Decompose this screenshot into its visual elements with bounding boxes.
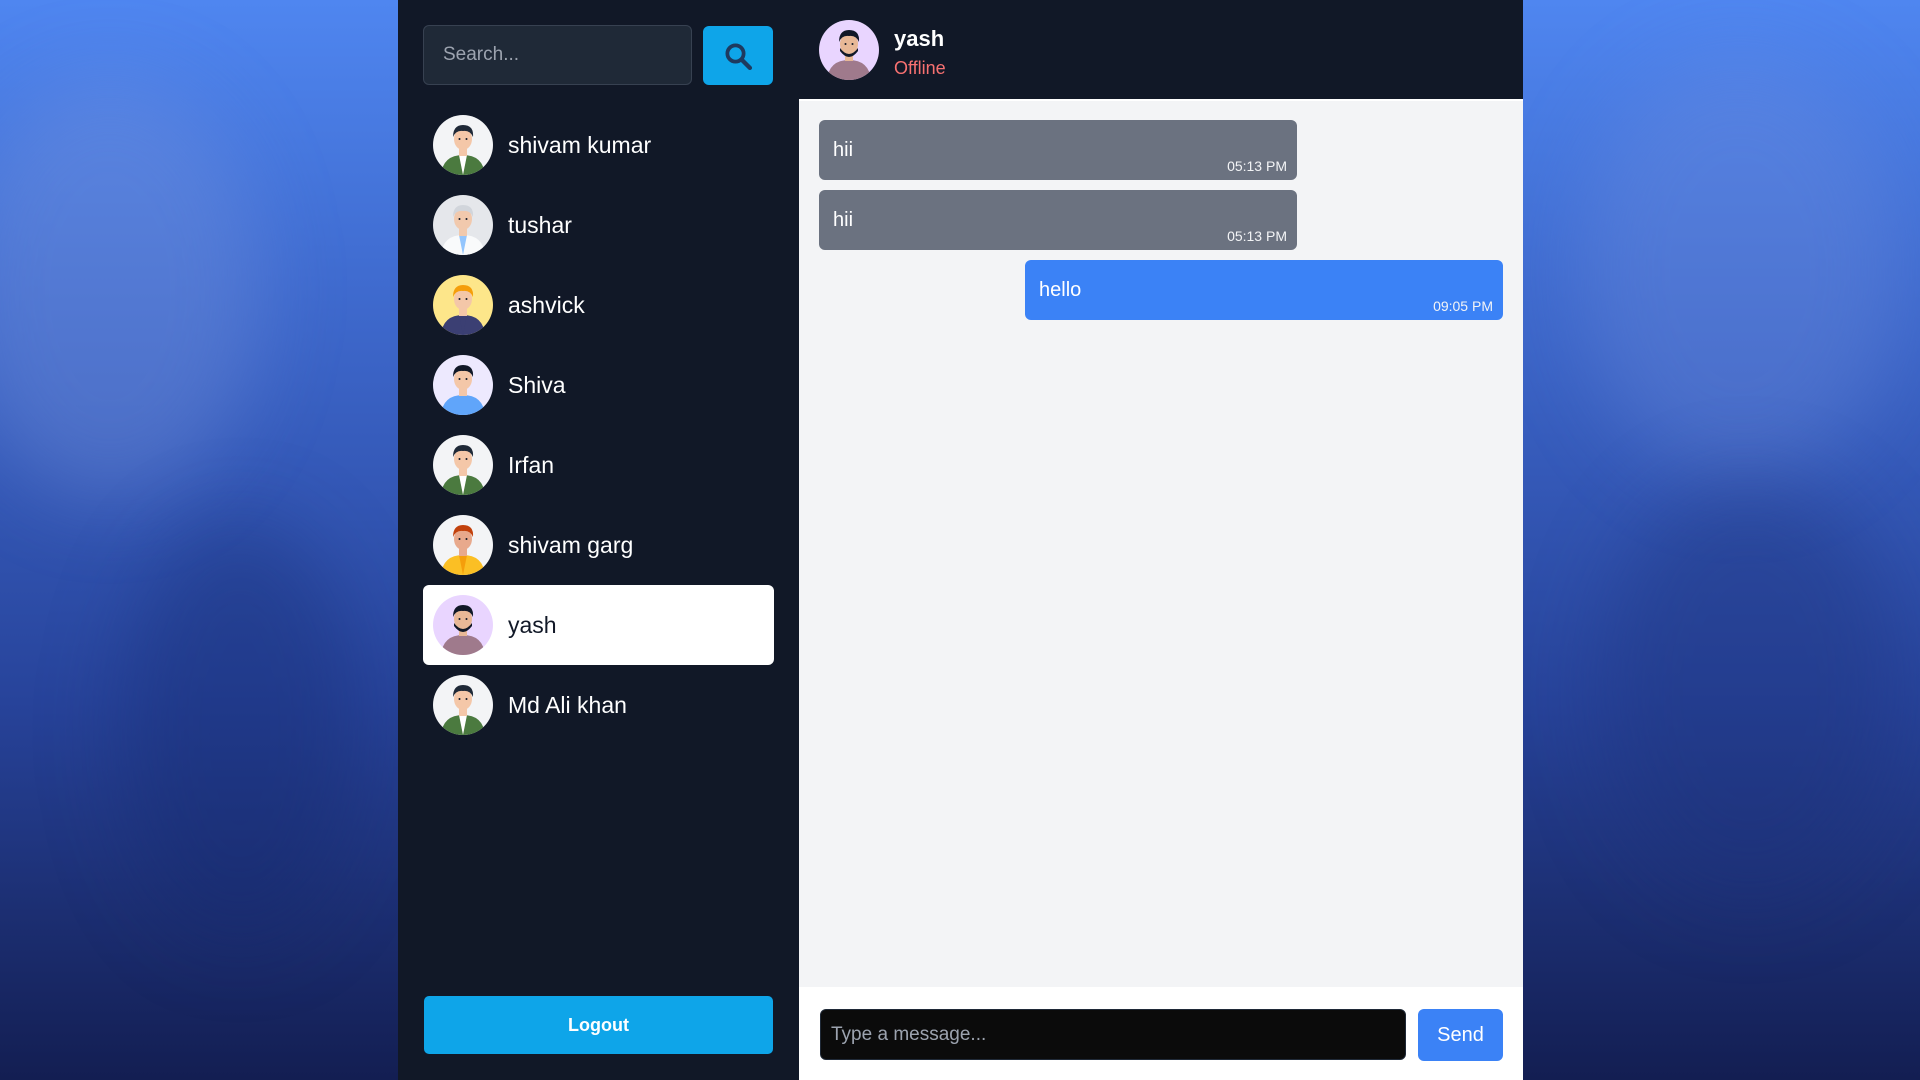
background-blur xyxy=(0,80,260,500)
sidebar: shivam kumar tushar ashvick Shiva Irfan shiva… xyxy=(398,0,799,1080)
background-blur xyxy=(1580,60,1900,480)
message-input[interactable] xyxy=(820,1009,1406,1060)
incoming-message: hii 05:13 PM xyxy=(819,120,1297,180)
avatar xyxy=(433,115,493,175)
contact-item[interactable]: Irfan xyxy=(423,425,774,505)
message-composer: Send xyxy=(799,987,1523,1080)
search-bar xyxy=(423,25,773,85)
contact-name: tushar xyxy=(508,211,572,238)
logout-button[interactable]: Logout xyxy=(424,996,773,1054)
contact-item[interactable]: ashvick xyxy=(423,265,774,345)
chat-app: shivam kumar tushar ashvick Shiva Irfan shiva… xyxy=(398,0,1523,1080)
avatar xyxy=(433,435,493,495)
contact-name: Irfan xyxy=(508,451,555,478)
contact-name: shivam garg xyxy=(508,531,634,558)
message-text: hello xyxy=(1039,279,1082,301)
avatar xyxy=(433,355,493,415)
background-blur xyxy=(1600,480,1900,900)
search-input[interactable] xyxy=(423,25,692,85)
chat-contact-name: yash xyxy=(894,26,945,51)
avatar xyxy=(433,195,493,255)
contact-name: Shiva xyxy=(508,371,566,398)
send-button[interactable]: Send xyxy=(1418,1009,1503,1061)
message-timestamp: 05:13 PM xyxy=(1227,228,1287,244)
contact-name: Md Ali khan xyxy=(508,691,627,718)
contact-item[interactable]: Md Ali khan xyxy=(423,665,774,745)
contact-item[interactable]: Shiva xyxy=(423,345,774,425)
message-timestamp: 09:05 PM xyxy=(1433,298,1493,314)
message-text: hii xyxy=(833,139,854,161)
search-icon xyxy=(725,43,753,70)
chat-header: yash Offline xyxy=(799,0,1523,101)
contact-name: ashvick xyxy=(508,291,585,318)
contact-item[interactable]: shivam garg xyxy=(423,505,774,585)
avatar xyxy=(819,20,879,80)
contact-item[interactable]: tushar xyxy=(423,185,774,265)
chat-panel: yash Offline hii 05:13 PM hii 05:13 PM hello… xyxy=(799,0,1523,1080)
search-button[interactable] xyxy=(703,26,773,85)
message-timestamp: 05:13 PM xyxy=(1227,158,1287,174)
contact-name: yash xyxy=(508,611,557,638)
avatar xyxy=(433,515,493,575)
contact-list: shivam kumar tushar ashvick Shiva Irfan shiva… xyxy=(423,105,774,745)
message-text: hii xyxy=(833,209,854,231)
avatar xyxy=(433,675,493,735)
background-blur xyxy=(120,520,360,940)
status-badge: Offline xyxy=(894,58,946,78)
contact-item[interactable]: yash xyxy=(423,585,774,665)
contact-item[interactable]: shivam kumar xyxy=(423,105,774,185)
contact-name: shivam kumar xyxy=(508,131,652,158)
avatar xyxy=(433,275,493,335)
avatar xyxy=(433,595,493,655)
incoming-message: hii 05:13 PM xyxy=(819,190,1297,250)
outgoing-message: hello 09:05 PM xyxy=(1025,260,1503,320)
